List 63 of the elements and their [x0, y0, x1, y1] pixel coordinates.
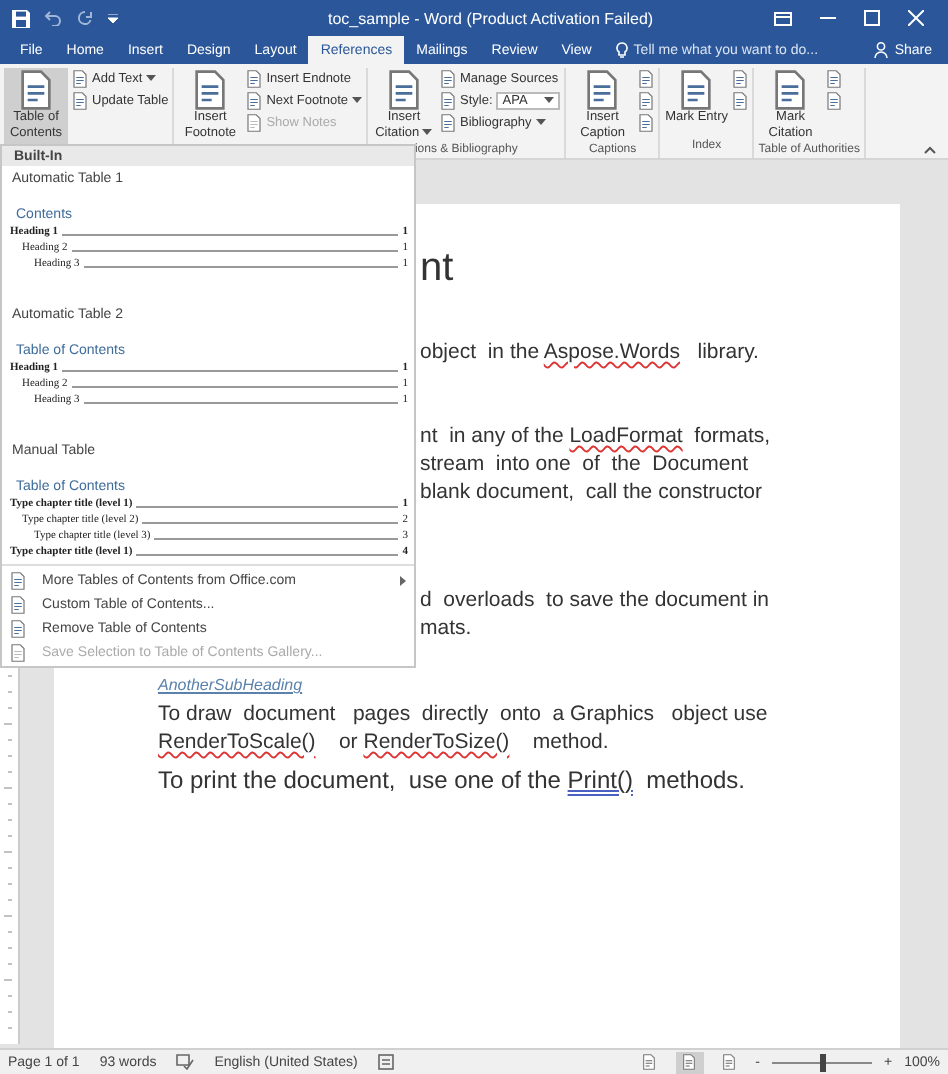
document-icon: [246, 69, 263, 87]
document-icon: [440, 91, 457, 109]
ribbon-icon-button[interactable]: [732, 90, 749, 110]
person-icon: [874, 42, 889, 58]
view-button[interactable]: [675, 1051, 704, 1073]
document-icon: [678, 70, 715, 110]
document-icon: [10, 595, 26, 613]
redo-icon[interactable]: [76, 10, 94, 26]
document-icon: [826, 69, 843, 87]
ribbon-options-icon[interactable]: [774, 11, 792, 25]
ribbon-icon-button[interactable]: [732, 68, 749, 88]
save-icon[interactable]: [12, 9, 30, 27]
document-icon: [772, 70, 809, 110]
window-title: toc_sample - Word (Product Activation Failed): [328, 9, 656, 27]
minimize-icon[interactable]: [820, 16, 836, 20]
macro-icon[interactable]: [377, 1054, 394, 1070]
document-icon: [732, 69, 749, 87]
lightbulb-icon: [615, 42, 628, 58]
document-icon: [72, 91, 88, 109]
page-icon: [642, 1054, 657, 1070]
document-icon: [638, 113, 655, 131]
text-line: blank document, call the constructor: [420, 478, 763, 506]
text-line: stream into one of the Document: [420, 450, 749, 478]
document-icon: [246, 91, 263, 109]
document-icon: [440, 113, 457, 131]
caret-icon: [544, 96, 555, 104]
ribbon-icon-button[interactable]: [638, 112, 655, 132]
proofing-icon[interactable]: [176, 1054, 195, 1070]
document-icon: [18, 70, 54, 110]
document-icon: [246, 113, 263, 131]
document-icon: [72, 69, 88, 87]
document-icon: [732, 91, 749, 109]
document-icon: [10, 643, 26, 661]
ribbon-icon-button[interactable]: [826, 90, 843, 110]
text-line: RenderToScale() or RenderToSize() method.: [158, 728, 609, 756]
document-icon: [10, 619, 26, 637]
undo-icon[interactable]: [44, 10, 62, 26]
customize-icon[interactable]: [108, 13, 118, 23]
text-line: nt in any of the LoadFormat formats,: [420, 422, 771, 450]
document-icon: [386, 70, 423, 110]
document-icon: [584, 70, 621, 110]
ribbon-icon-button[interactable]: [638, 68, 655, 88]
text-line: mats.: [420, 614, 472, 642]
document-icon: [10, 571, 26, 589]
document-subheading: AnotherSubHeading: [158, 676, 303, 696]
maximize-icon[interactable]: [864, 10, 880, 26]
document-icon: [192, 70, 229, 110]
page-icon: [682, 1054, 697, 1070]
page-icon: [722, 1054, 737, 1070]
text-line: object in the Aspose.Words library.: [420, 338, 759, 366]
ribbon-icon-button[interactable]: [638, 90, 655, 110]
ribbon-icon-button[interactable]: [826, 68, 843, 88]
document-icon: [638, 69, 655, 87]
text-line: To draw document pages directly onto a Graphics object use: [158, 700, 768, 728]
close-icon[interactable]: [908, 10, 924, 26]
collapse-ribbon-icon[interactable]: [924, 146, 936, 154]
text-line: d overloads to save the document in: [420, 586, 770, 614]
document-icon: [826, 91, 843, 109]
text-line: To print the document, use one of the Print() methods.: [158, 764, 745, 796]
document-icon: [638, 91, 655, 109]
document-heading: nt: [420, 244, 454, 294]
zoom-slider-thumb[interactable]: [819, 1053, 825, 1071]
document-icon: [440, 69, 457, 87]
